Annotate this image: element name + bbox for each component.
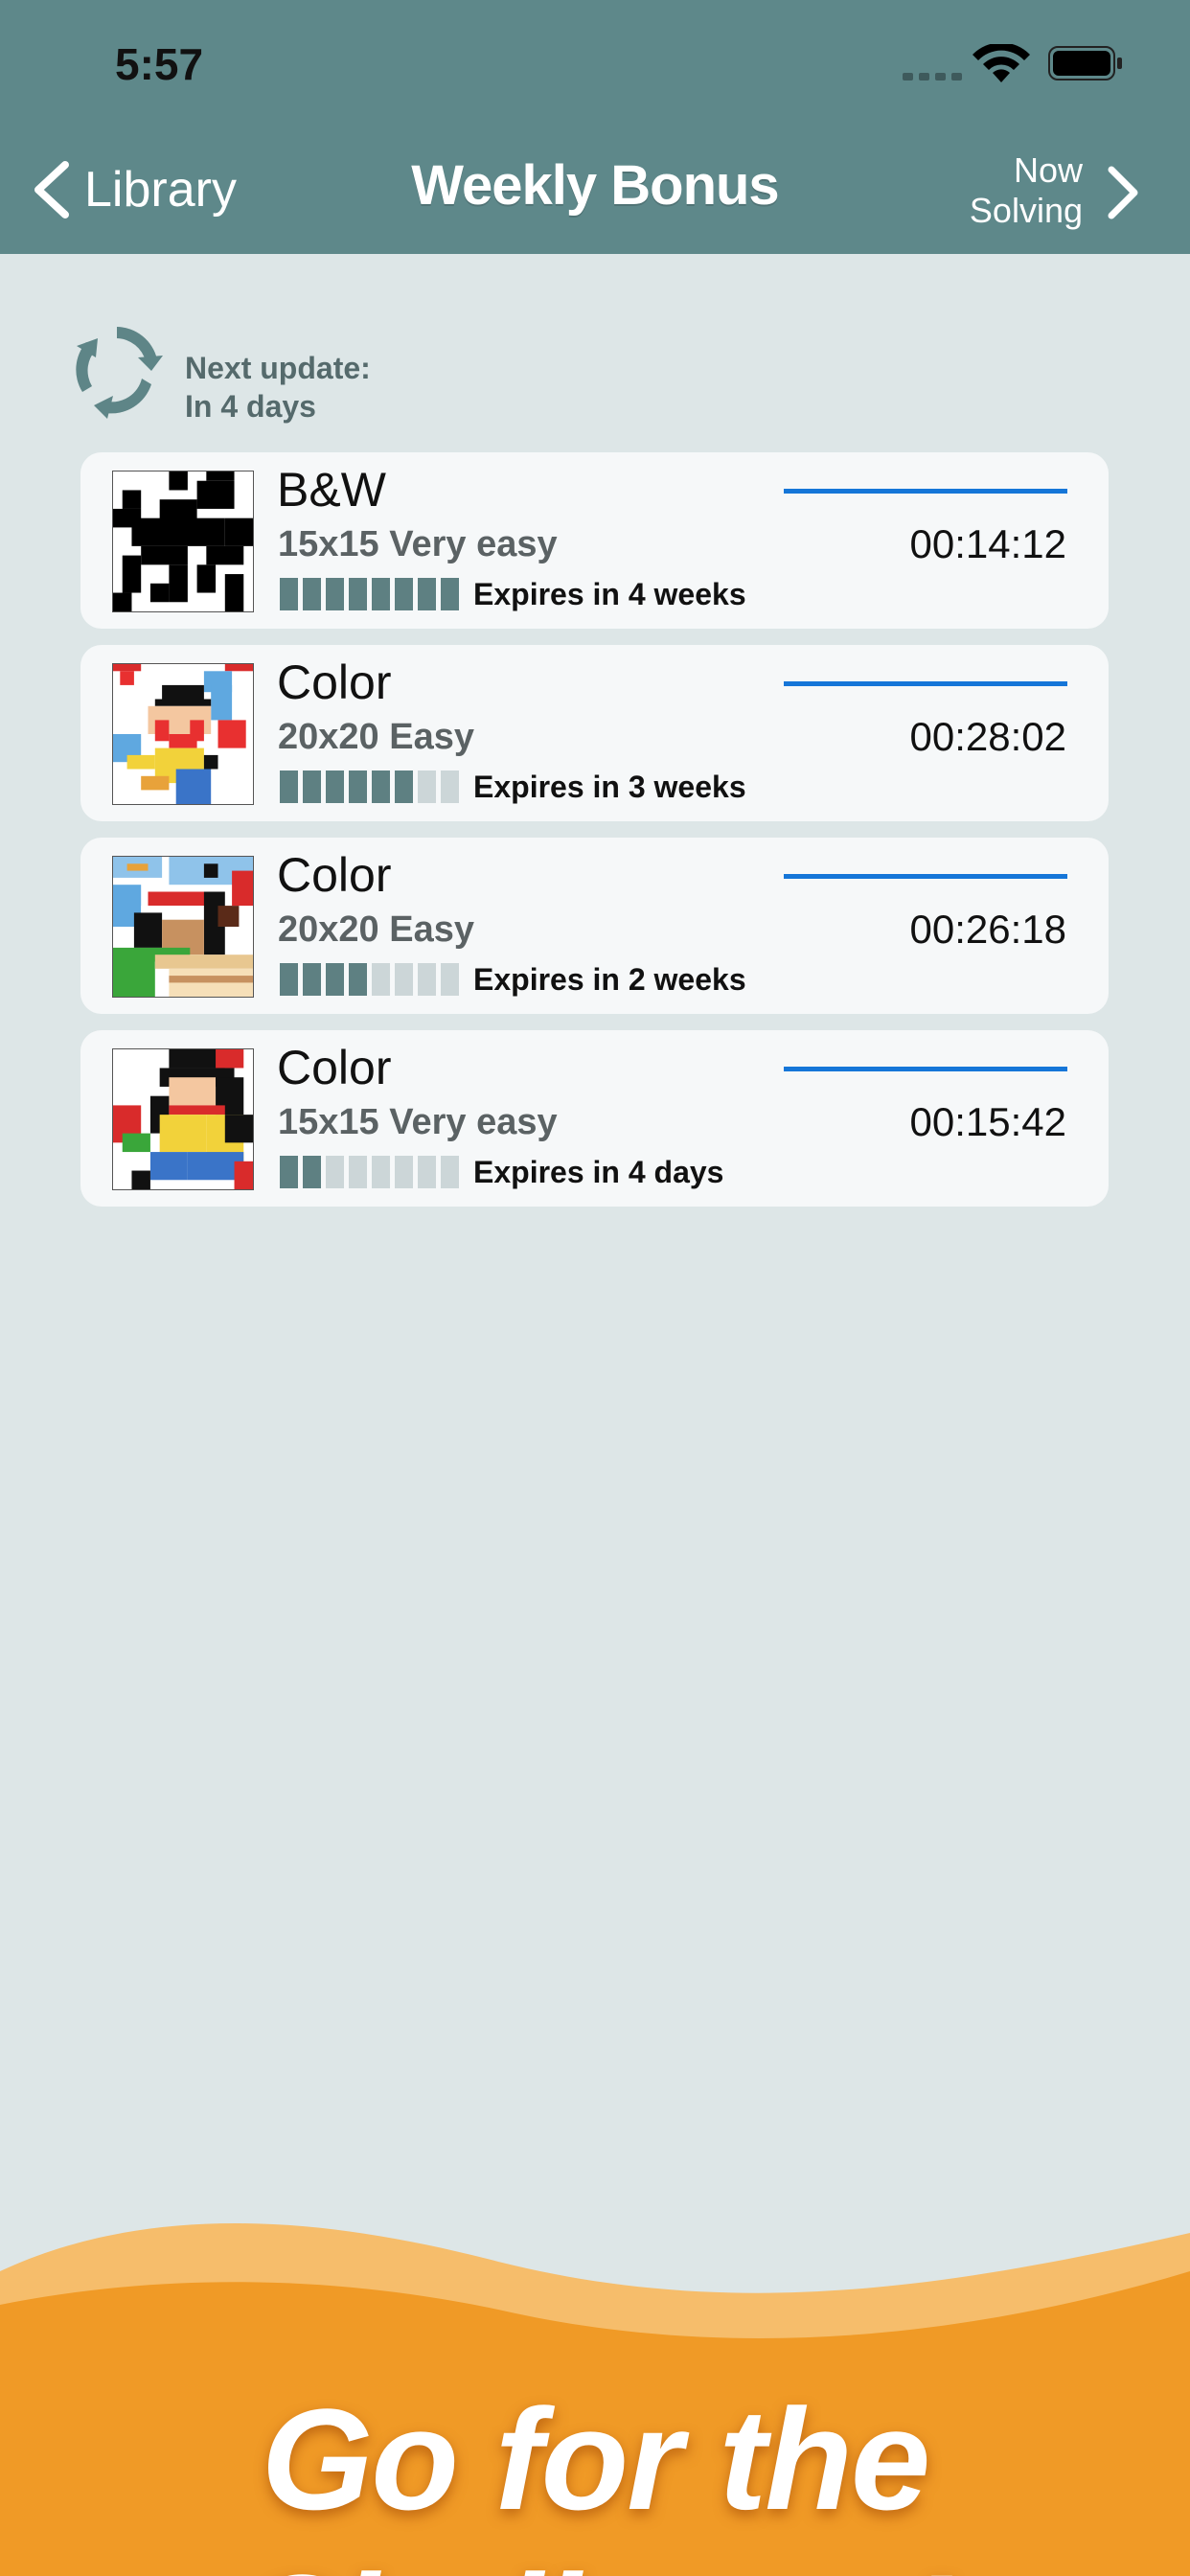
battery-icon	[1048, 46, 1122, 80]
progress-line	[784, 681, 1067, 686]
freshness-segment	[349, 770, 367, 803]
puzzle-type: Color	[277, 848, 392, 902]
freshness-segment	[326, 770, 344, 803]
freshness-segment	[441, 1156, 459, 1188]
puzzle-thumbnail	[112, 856, 254, 998]
solve-timer: 00:15:42	[909, 1099, 1067, 1144]
solve-timer: 00:14:12	[909, 521, 1067, 566]
progress-line	[784, 1067, 1067, 1071]
freshness-segment	[441, 578, 459, 610]
now-solving-button[interactable]: Now Solving	[950, 149, 1142, 235]
navigation-bar: 5:57 Library Weekly Bonus Now Solving	[0, 0, 1190, 254]
now-solving-label: Now Solving	[969, 150, 1083, 230]
freshness-segment	[395, 578, 413, 610]
freshness-segment	[395, 1156, 413, 1188]
freshness-segment	[418, 1156, 436, 1188]
freshness-segment	[349, 578, 367, 610]
status-time: 5:57	[115, 39, 204, 89]
freshness-segment	[303, 578, 321, 610]
expires-text: Expires in 2 weeks	[473, 962, 746, 997]
freshness-bars	[280, 1156, 462, 1188]
cellular-signal-icon	[903, 73, 962, 82]
freshness-bars	[280, 963, 462, 996]
freshness-segment	[418, 963, 436, 996]
expires-text: Expires in 4 days	[473, 1155, 724, 1189]
puzzle-size: 15x15 Very easy	[278, 524, 558, 564]
puzzle-size: 20x20 Easy	[278, 909, 474, 950]
back-button[interactable]: Library	[29, 153, 278, 225]
chevron-left-icon	[34, 161, 69, 218]
expires-text: Expires in 4 weeks	[473, 577, 746, 611]
puzzle-type: Color	[277, 1041, 392, 1094]
puzzle-size: 20x20 Easy	[278, 717, 474, 757]
next-update-text: Next update: In 4 days	[185, 351, 371, 424]
freshness-segment	[418, 578, 436, 610]
status-icons	[903, 44, 1133, 82]
solve-timer: 00:28:02	[909, 714, 1067, 759]
freshness-segment	[349, 1156, 367, 1188]
wifi-icon	[973, 44, 1030, 82]
puzzle-type: B&W	[277, 463, 386, 517]
freshness-segment	[372, 770, 390, 803]
puzzle-thumbnail-image	[113, 857, 253, 997]
freshness-segment	[372, 1156, 390, 1188]
expires-text: Expires in 3 weeks	[473, 770, 746, 804]
puzzle-card[interactable]: Color 20x20 Easy Expires in 2 weeks 00:2…	[80, 838, 1109, 1014]
puzzle-card[interactable]: Color 15x15 Very easy Expires in 4 days …	[80, 1030, 1109, 1207]
puzzle-type: Color	[277, 656, 392, 709]
freshness-bars	[280, 770, 462, 803]
freshness-segment	[372, 963, 390, 996]
freshness-segment	[441, 770, 459, 803]
freshness-segment	[326, 1156, 344, 1188]
puzzle-thumbnail	[112, 471, 254, 612]
chevron-right-icon	[1108, 166, 1138, 219]
freshness-segment	[349, 963, 367, 996]
freshness-segment	[418, 770, 436, 803]
challenge-banner[interactable]: Go for the Challenge!	[0, 2377, 1190, 2576]
freshness-segment	[395, 770, 413, 803]
freshness-bars	[280, 578, 462, 610]
freshness-segment	[395, 963, 413, 996]
puzzle-size: 15x15 Very easy	[278, 1102, 558, 1142]
puzzle-card[interactable]: Color 20x20 Easy Expires in 3 weeks 00:2…	[80, 645, 1109, 821]
puzzle-thumbnail-image	[113, 664, 253, 804]
puzzle-thumbnail	[112, 663, 254, 805]
puzzle-card[interactable]: B&W 15x15 Very easy Expires in 4 weeks 0…	[80, 452, 1109, 629]
freshness-segment	[280, 963, 298, 996]
puzzle-thumbnail-image	[113, 1049, 253, 1189]
freshness-segment	[280, 578, 298, 610]
back-button-label: Library	[84, 162, 237, 218]
puzzle-thumbnail	[112, 1048, 254, 1190]
freshness-segment	[326, 578, 344, 610]
freshness-segment	[280, 770, 298, 803]
freshness-segment	[303, 1156, 321, 1188]
freshness-segment	[280, 1156, 298, 1188]
solve-timer: 00:26:18	[909, 907, 1067, 952]
freshness-segment	[303, 770, 321, 803]
freshness-segment	[441, 963, 459, 996]
puzzle-thumbnail-image	[113, 472, 253, 611]
freshness-segment	[303, 963, 321, 996]
freshness-segment	[372, 578, 390, 610]
progress-line	[784, 489, 1067, 494]
page-title: Weekly Bonus	[411, 154, 779, 217]
progress-line	[784, 874, 1067, 879]
freshness-segment	[326, 963, 344, 996]
refresh-icon	[76, 327, 163, 419]
